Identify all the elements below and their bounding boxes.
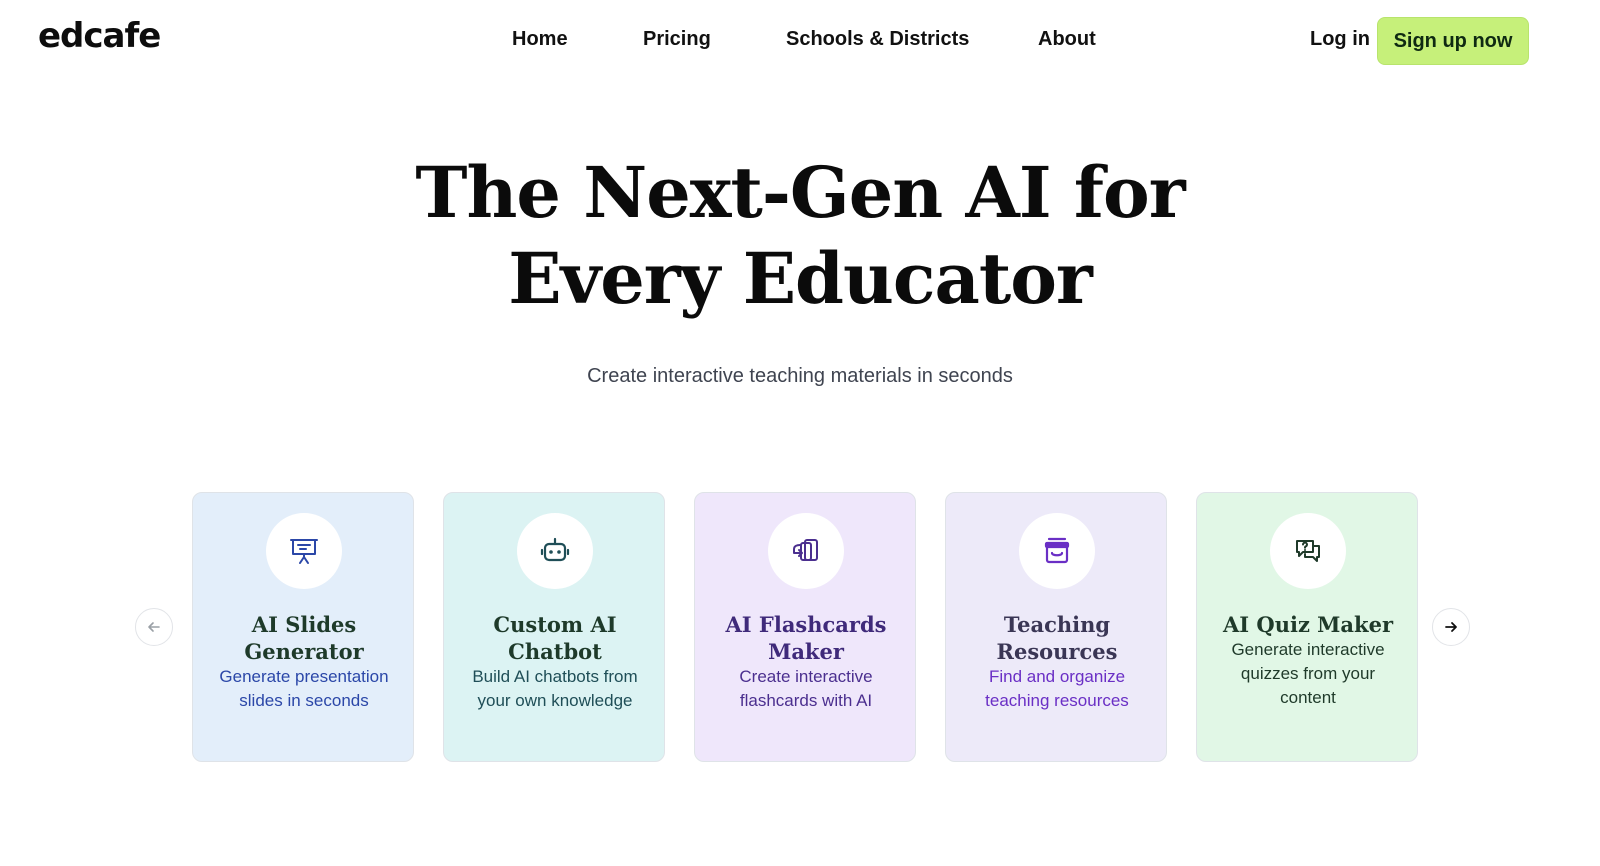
card-description-line-2: slides in seconds <box>239 691 369 710</box>
card-teaching-resources[interactable]: Teaching Resources Find and organize tea… <box>945 492 1167 762</box>
archive-box-icon <box>1044 537 1070 564</box>
robot-icon <box>540 537 570 562</box>
card-description-line-2: flashcards with AI <box>739 691 873 710</box>
presentation-icon <box>290 539 318 564</box>
card-title-line-2: Maker <box>768 639 844 664</box>
card-title: AI Flashcards Maker <box>705 611 907 665</box>
flashcards-icon <box>793 539 818 561</box>
card-icon-circle <box>517 513 593 589</box>
hero-title-line-2: Every Educator <box>508 237 1093 320</box>
card-title: Custom AI Chatbot <box>454 611 656 665</box>
card-title: AI Quiz Maker <box>1207 611 1409 638</box>
quiz-chat-icon <box>1296 540 1320 562</box>
card-description-line-1: Create interactive <box>739 667 873 686</box>
card-ai-quiz-maker[interactable]: AI Quiz Maker Generate interactive quizz… <box>1196 492 1418 762</box>
sign-up-button[interactable]: Sign up now <box>1377 17 1529 65</box>
card-title-line-2: Generator <box>244 639 364 664</box>
hero-title: The Next-Gen AI for Every Educator <box>0 150 1600 322</box>
card-title-line-1: AI Flashcards <box>725 612 887 637</box>
card-icon-circle <box>266 513 342 589</box>
card-description-line-2: quizzes from your <box>1240 664 1376 683</box>
card-description-line-3: content <box>1280 688 1336 707</box>
card-title: AI Slides Generator <box>203 611 405 665</box>
card-icon-circle <box>768 513 844 589</box>
card-description: Generate interactive quizzes from your c… <box>1209 638 1407 710</box>
login-link[interactable]: Log in <box>1310 28 1370 51</box>
main-nav: Home Pricing Schools & Districts About L… <box>0 28 1600 54</box>
card-title-line-1: Teaching <box>1003 612 1111 637</box>
carousel-next-button[interactable] <box>1432 608 1470 646</box>
arrow-left-icon <box>148 622 160 632</box>
card-description-line-1: Build AI chatbots from <box>472 667 638 686</box>
carousel-prev-button[interactable] <box>135 608 173 646</box>
card-title-line-1: Custom AI <box>493 612 617 637</box>
card-title-line-1: AI Quiz Maker <box>1222 612 1394 637</box>
card-icon-circle <box>1270 513 1346 589</box>
card-title-line-2: Resources <box>996 639 1118 664</box>
nav-about-link[interactable]: About <box>1038 28 1096 51</box>
page: edcafe Home Pricing Schools & Districts … <box>0 0 1600 866</box>
card-ai-flashcards-maker[interactable]: AI Flashcards Maker Create interactive f… <box>694 492 916 762</box>
card-description-line-2: your own knowledge <box>477 691 633 710</box>
card-description-line-2: teaching resources <box>985 691 1129 710</box>
card-description: Create interactive flashcards with AI <box>707 665 905 713</box>
hero-title-line-1: The Next-Gen AI for <box>415 151 1185 234</box>
card-title-line-2: Chatbot <box>508 639 602 664</box>
card-custom-ai-chatbot[interactable]: Custom AI Chatbot Build AI chatbots from… <box>443 492 665 762</box>
card-description: Build AI chatbots from your own knowledg… <box>456 665 654 713</box>
card-icon-circle <box>1019 513 1095 589</box>
hero-subtitle: Create interactive teaching materials in… <box>587 365 1013 387</box>
card-title: Teaching Resources <box>956 611 1158 665</box>
card-ai-slides-generator[interactable]: AI Slides Generator Generate presentatio… <box>192 492 414 762</box>
nav-pricing-link[interactable]: Pricing <box>643 28 711 51</box>
card-description: Find and organize teaching resources <box>958 665 1156 713</box>
nav-home-link[interactable]: Home <box>512 28 568 51</box>
card-title-line-1: AI Slides <box>251 612 357 637</box>
card-description-line-1: Find and organize <box>988 667 1126 686</box>
card-description: Generate presentation slides in seconds <box>205 665 403 713</box>
arrow-right-icon <box>1445 622 1457 632</box>
card-description-line-1: Generate interactive <box>1231 640 1385 659</box>
card-description-line-1: Generate presentation <box>219 667 389 686</box>
nav-schools-districts-link[interactable]: Schools & Districts <box>786 28 969 51</box>
